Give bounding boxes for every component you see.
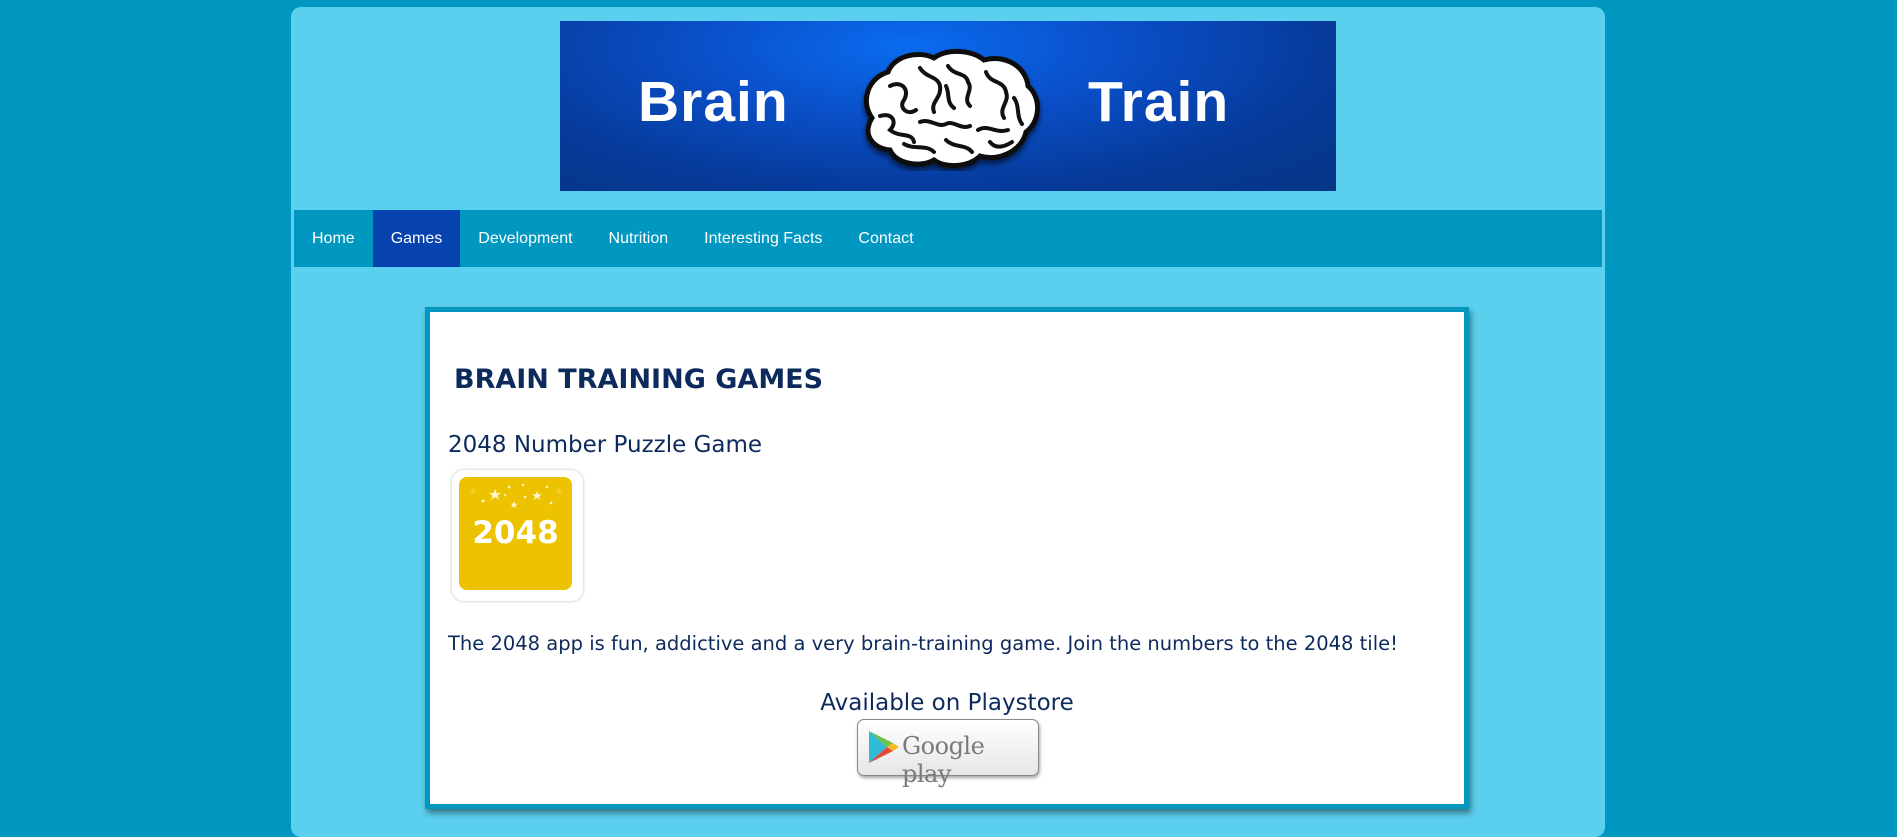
app-icon-tile: 2048 [459, 477, 572, 590]
header-banner: Brain Train [560, 21, 1336, 191]
content-card: BRAIN TRAINING GAMES 2048 Number Puzzle … [425, 307, 1469, 809]
google-play-button[interactable]: Google play [857, 719, 1039, 788]
nav-item-development[interactable]: Development [460, 210, 590, 267]
app-icon-label: 2048 [472, 515, 559, 551]
nav-item-nutrition[interactable]: Nutrition [591, 210, 687, 267]
logo-word-right: Train [1088, 70, 1230, 134]
google-play-icon [869, 731, 899, 763]
nav-item-contact[interactable]: Contact [840, 210, 931, 267]
page-container: Brain Train Home Games Development Nutri… [291, 7, 1605, 837]
availability-text: Available on Playstore [820, 690, 1074, 716]
logo-word-left: Brain [638, 70, 789, 134]
page-title: BRAIN TRAINING GAMES [454, 364, 824, 395]
main-nav: Home Games Development Nutrition Interes… [294, 210, 1602, 267]
stars-icon [469, 483, 563, 508]
app-icon-2048[interactable]: 2048 [452, 470, 583, 601]
game-title: 2048 Number Puzzle Game [448, 432, 763, 458]
nav-item-home[interactable]: Home [294, 210, 373, 267]
game-description: The 2048 app is fun, addictive and a ver… [448, 632, 1398, 655]
brain-icon [863, 49, 1040, 168]
nav-item-interesting-facts[interactable]: Interesting Facts [686, 210, 840, 267]
nav-item-games[interactable]: Games [372, 210, 461, 267]
google-play-label: Google play [902, 732, 985, 788]
